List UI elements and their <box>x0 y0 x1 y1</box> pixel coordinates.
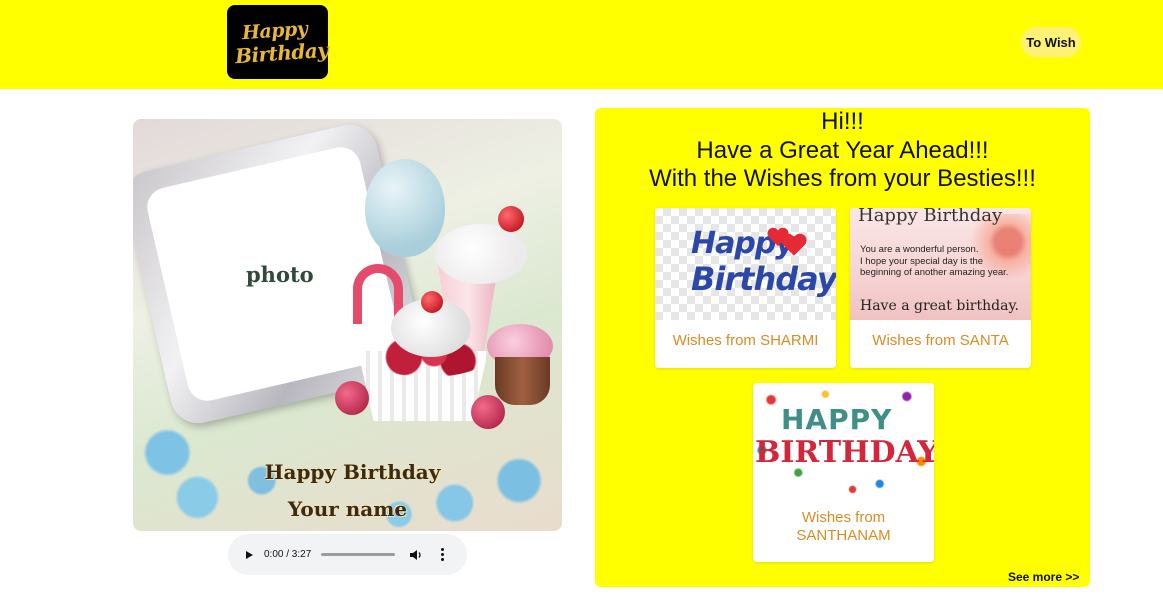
logo-line-2: Birthday <box>234 37 329 68</box>
greeting-line-1: Hi!!! <box>821 108 864 135</box>
card-name-text: Your name <box>287 497 408 521</box>
happy-birthday-logo[interactable]: Happy Birthday <box>227 5 329 79</box>
image-text-message: You are a wonderful person. I hope your … <box>860 244 1008 279</box>
wishes-panel: Hi!!! Have a Great Year Ahead!!! With th… <box>595 108 1090 587</box>
card-greeting-text: Happy Birthday <box>264 460 441 484</box>
image-text-title: Happy Birthday <box>858 208 1003 226</box>
audio-seek-bar[interactable] <box>321 553 396 556</box>
chocolate-cupcake-graphic <box>495 357 550 405</box>
audio-time: 0:00 / 3:27 <box>264 549 312 560</box>
wish-card-sharmi[interactable]: Happy Birthday Wishes from SHARMI <box>655 208 836 368</box>
birthday-card-image: photo Happy Birthday Your name <box>133 119 562 531</box>
wish-card-santa[interactable]: Happy Birthday You are a wonderful perso… <box>850 208 1031 368</box>
volume-icon[interactable] <box>409 548 425 562</box>
cherry-graphic <box>498 206 524 232</box>
photo-placeholder-label: photo <box>246 262 314 287</box>
caption-line-1: Wishes from <box>801 509 886 526</box>
caption-line-2: SANTHANAM <box>796 527 891 544</box>
wish-card-santhanam[interactable]: HAPPY BIRTHDAY Wishes from SANTHANAM <box>753 383 934 562</box>
audio-player: 0:00 / 3:27 <box>228 534 467 575</box>
cupcake-cherry-graphic <box>421 291 443 313</box>
balloon-graphic <box>365 159 445 257</box>
message-line-3: beginning of another amazing year. <box>860 267 1009 278</box>
heart-icon <box>781 234 807 258</box>
see-more-link[interactable]: See more >> <box>1008 570 1079 584</box>
wish-card-image: Happy Birthday <box>655 208 836 320</box>
image-text-footer: Have a great birthday. <box>860 298 1019 314</box>
wish-card-image: Happy Birthday You are a wonderful perso… <box>850 208 1031 320</box>
to-wish-button[interactable]: To Wish <box>1021 27 1081 57</box>
greeting-line-3: With the Wishes from your Besties!!! <box>649 165 1036 192</box>
message-line-2: I hope your special day is the <box>860 255 984 267</box>
play-icon[interactable] <box>242 548 256 562</box>
greeting-line-2: Have a Great Year Ahead!!! <box>696 136 989 164</box>
message-line-1: You are a wonderful person. <box>860 244 979 255</box>
whipped-cream-graphic <box>435 224 527 284</box>
wish-card-caption: Wishes from SANTHANAM <box>753 509 934 545</box>
wish-card-caption: Wishes from SANTA <box>872 332 1009 349</box>
image-text-happy: HAPPY <box>781 403 893 436</box>
panel-greeting: Hi!!! Have a Great Year Ahead!!! With th… <box>595 108 1090 194</box>
image-text-birthday: BIRTHDAY <box>755 435 934 470</box>
candy-graphic <box>335 381 369 415</box>
wish-card-image: HAPPY BIRTHDAY <box>753 383 934 495</box>
more-vert-icon[interactable] <box>437 548 447 561</box>
image-text-birthday: Birthday <box>691 260 836 298</box>
site-header: Happy Birthday To Wish <box>0 0 1163 89</box>
wish-card-caption: Wishes from SHARMI <box>672 332 819 349</box>
